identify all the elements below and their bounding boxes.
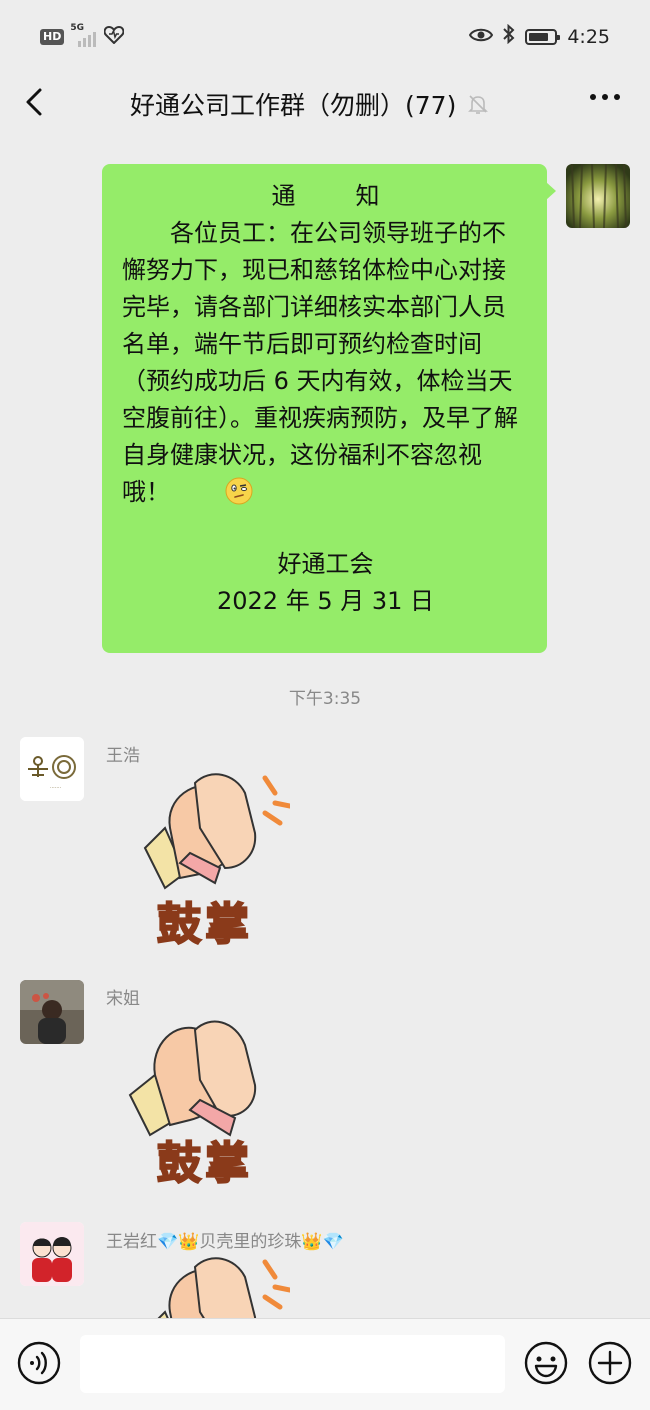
sender-nickname: 王浩 [106, 746, 140, 766]
eye-icon [469, 26, 494, 48]
voice-icon [17, 1341, 61, 1385]
voice-button[interactable] [17, 1341, 61, 1385]
more-button[interactable] [590, 94, 620, 100]
notice-message-bubble[interactable]: 通知 各位员工：在公司领导班子的不懈努力下，现已和慈铭体检中心对接完毕，请各部门… [102, 164, 556, 653]
sticker-text: 鼓掌 [120, 1127, 290, 1197]
thinking-emoji-icon [176, 476, 253, 506]
back-button[interactable] [18, 82, 58, 122]
emoji-button[interactable] [524, 1341, 568, 1385]
notice-signature: 好通工会 [277, 550, 374, 578]
clock-time: 4:25 [567, 25, 610, 48]
notice-title-char: 知 [355, 182, 380, 210]
notice-title: 通知 [122, 178, 529, 215]
chat-header: 好通公司工作群（勿删）(77) [0, 72, 650, 134]
clapping-sticker[interactable] [120, 1252, 290, 1318]
hd-badge: HD [40, 29, 65, 45]
notice-body-text: 各位员工：在公司领导班子的不懈努力下，现已和慈铭体检中心对接完毕，请各部门详细核… [122, 219, 518, 506]
message-input[interactable] [80, 1335, 505, 1393]
bell-off-icon [468, 95, 489, 114]
notice-date: 2022 年 5 月 31 日 [216, 587, 435, 615]
chevron-left-icon [26, 88, 42, 116]
svg-text:·······: ······· [50, 785, 62, 791]
emoji-icon [524, 1341, 568, 1385]
message-timestamp: 下午3:35 [288, 689, 362, 709]
plus-icon [588, 1341, 632, 1385]
more-functions-button[interactable] [588, 1341, 632, 1385]
status-right: 4:25 [469, 23, 610, 49]
signal-icon: 5G [70, 23, 98, 47]
chat-title: 好通公司工作群（勿删）(77) [130, 91, 457, 120]
avatar[interactable] [20, 1222, 84, 1286]
sender-nickname: 宋姐 [106, 989, 140, 1009]
heart-icon [103, 25, 125, 48]
notice-body: 各位员工：在公司领导班子的不懈努力下，现已和慈铭体检中心对接完毕，请各部门详细核… [122, 215, 529, 511]
more-dots-icon [590, 94, 596, 100]
input-bar [0, 1318, 650, 1410]
avatar[interactable]: ······· [20, 737, 84, 801]
battery-icon [525, 28, 561, 45]
sticker-text: 鼓掌 [120, 888, 290, 958]
self-avatar[interactable] [566, 164, 630, 228]
status-bar: HD 5G 4:25 [0, 0, 650, 72]
avatar[interactable] [20, 980, 84, 1044]
sticker-caption: 鼓掌 [156, 1137, 253, 1190]
sticker-caption: 鼓掌 [156, 898, 253, 951]
title-group: 好通公司工作群（勿删）(77) [130, 86, 490, 122]
bluetooth-icon [503, 23, 515, 49]
sender-nickname: 王岩红💎👑贝壳里的珍珠👑💎 [106, 1232, 344, 1252]
status-left: HD 5G [40, 23, 125, 48]
notice-title-char: 通 [271, 182, 296, 210]
